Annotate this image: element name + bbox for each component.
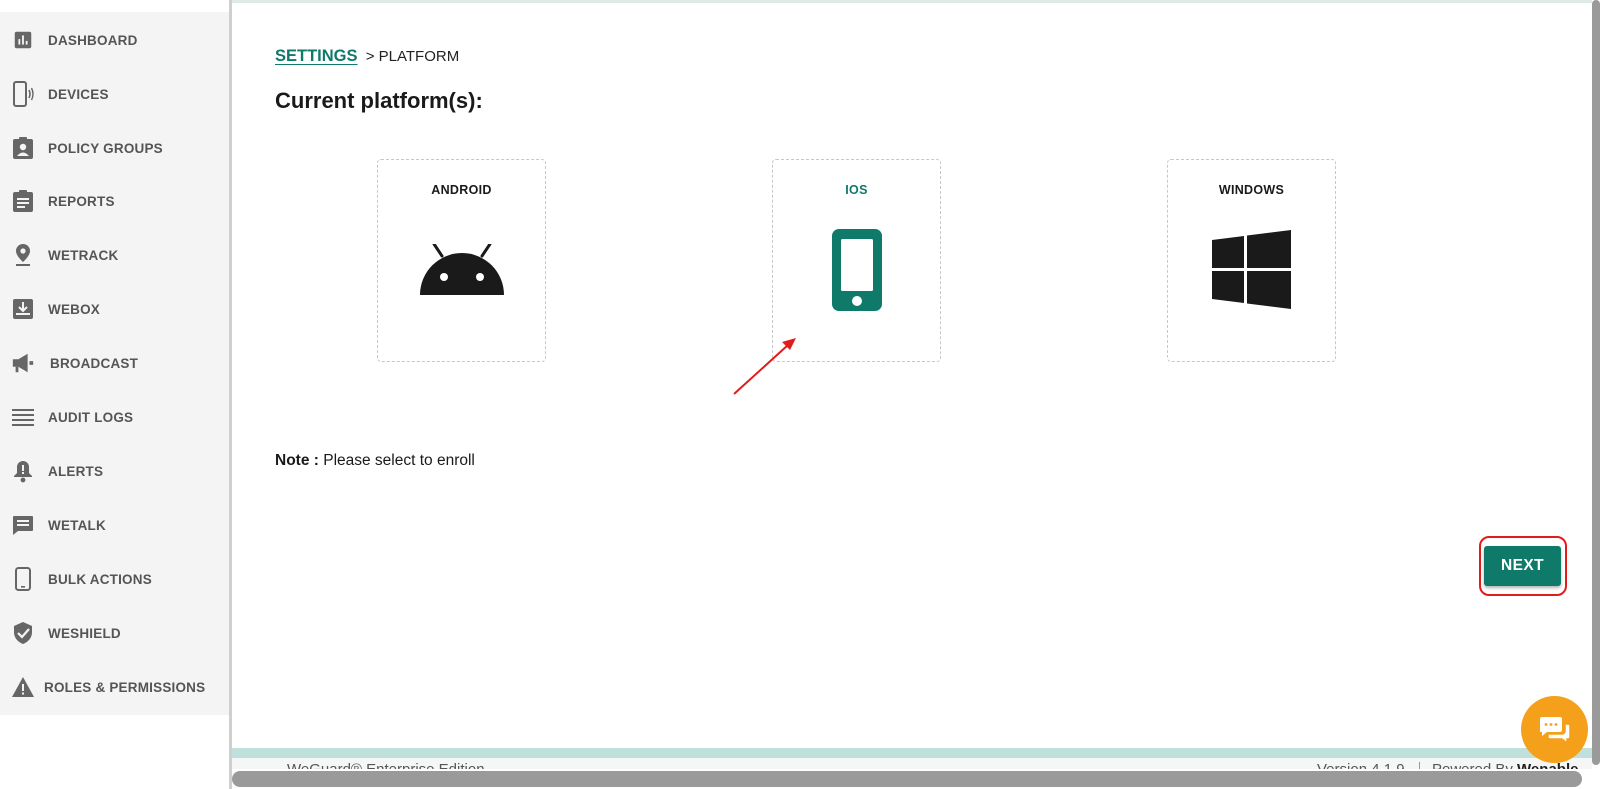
sidebar-item-label: REPORTS bbox=[48, 193, 115, 209]
megaphone-icon bbox=[11, 351, 35, 375]
clipboard-user-icon bbox=[11, 136, 35, 160]
sidebar-item-label: POLICY GROUPS bbox=[48, 140, 163, 156]
sidebar-item-label: AUDIT LOGS bbox=[48, 409, 134, 425]
sidebar-item-weshield[interactable]: WESHIELD bbox=[0, 613, 230, 653]
sidebar-item-bulk-actions[interactable]: BULK ACTIONS bbox=[0, 559, 230, 599]
note-text: Please select to enroll bbox=[318, 452, 475, 469]
bar-chart-icon bbox=[11, 28, 35, 52]
chat-bubbles-icon bbox=[1539, 716, 1571, 745]
sidebar-item-wetrack[interactable]: WETRACK bbox=[0, 235, 230, 275]
sidebar-top-strip bbox=[0, 0, 230, 12]
sidebar-item-label: DASHBOARD bbox=[48, 32, 138, 48]
list-lines-icon bbox=[11, 405, 35, 429]
chat-icon bbox=[11, 513, 35, 537]
sidebar-item-label: WETALK bbox=[48, 517, 106, 533]
next-button[interactable]: NEXT bbox=[1484, 546, 1561, 586]
sidebar-item-label: ALERTS bbox=[48, 463, 104, 479]
breadcrumb: SETTINGS > PLATFORM bbox=[275, 47, 459, 66]
location-pin-icon bbox=[11, 243, 35, 267]
note: Note : Please select to enroll bbox=[275, 452, 475, 470]
sidebar-item-policy-groups[interactable]: POLICY GROUPS bbox=[0, 128, 230, 168]
sidebar-item-audit-logs[interactable]: AUDIT LOGS bbox=[0, 397, 230, 437]
platform-card-windows[interactable]: WINDOWS bbox=[1167, 159, 1336, 362]
clipboard-icon bbox=[11, 189, 35, 213]
download-box-icon bbox=[11, 297, 35, 321]
main-content bbox=[232, 0, 1592, 789]
breadcrumb-current: PLATFORM bbox=[378, 48, 460, 65]
breadcrumb-settings-link[interactable]: SETTINGS bbox=[275, 47, 358, 65]
sidebar-item-roles-permissions[interactable]: ROLES & PERMISSIONS bbox=[0, 667, 230, 707]
sidebar-item-broadcast[interactable]: BROADCAST bbox=[0, 343, 230, 383]
annotation-arrow-icon bbox=[733, 338, 796, 395]
chat-widget-button[interactable] bbox=[1521, 696, 1588, 763]
horizontal-scrollbar[interactable] bbox=[232, 771, 1582, 787]
sidebar-item-webox[interactable]: WEBOX bbox=[0, 289, 230, 329]
platform-card-android[interactable]: ANDROID bbox=[377, 159, 546, 362]
sidebar-item-label: WEBOX bbox=[48, 301, 101, 317]
device-icon bbox=[11, 81, 35, 107]
sidebar-item-wetalk[interactable]: WETALK bbox=[0, 505, 230, 545]
platform-card-ios[interactable]: IOS bbox=[772, 159, 941, 362]
platform-name: IOS bbox=[845, 183, 868, 197]
breadcrumb-separator: > bbox=[365, 48, 375, 65]
bell-icon bbox=[11, 459, 35, 483]
windows-icon bbox=[1168, 220, 1335, 320]
vertical-scrollbar[interactable] bbox=[1592, 0, 1600, 765]
shield-check-icon bbox=[11, 621, 35, 645]
note-label: Note : bbox=[275, 452, 319, 469]
sidebar-item-devices[interactable]: DEVICES bbox=[0, 74, 230, 114]
sidebar-item-label: WESHIELD bbox=[48, 625, 121, 641]
page-title: Current platform(s): bbox=[275, 88, 483, 113]
footer-band bbox=[232, 748, 1592, 758]
warning-icon bbox=[11, 675, 35, 699]
platform-name: WINDOWS bbox=[1218, 183, 1285, 197]
sidebar-item-label: BULK ACTIONS bbox=[48, 571, 152, 587]
sidebar: DASHBOARD DEVICES POLICY GROUPS REPORTS … bbox=[0, 0, 230, 715]
sidebar-item-alerts[interactable]: ALERTS bbox=[0, 451, 230, 491]
platform-name: ANDROID bbox=[431, 183, 492, 197]
sidebar-item-label: BROADCAST bbox=[50, 355, 139, 371]
top-border bbox=[232, 0, 1592, 3]
sidebar-item-dashboard[interactable]: DASHBOARD bbox=[0, 20, 230, 60]
sidebar-item-label: WETRACK bbox=[48, 247, 119, 263]
phone-icon bbox=[11, 567, 35, 591]
sidebar-item-label: DEVICES bbox=[48, 86, 109, 102]
android-icon bbox=[378, 220, 545, 320]
sidebar-item-reports[interactable]: REPORTS bbox=[0, 181, 230, 221]
iphone-icon bbox=[773, 220, 940, 320]
sidebar-item-label: ROLES & PERMISSIONS bbox=[44, 679, 206, 695]
